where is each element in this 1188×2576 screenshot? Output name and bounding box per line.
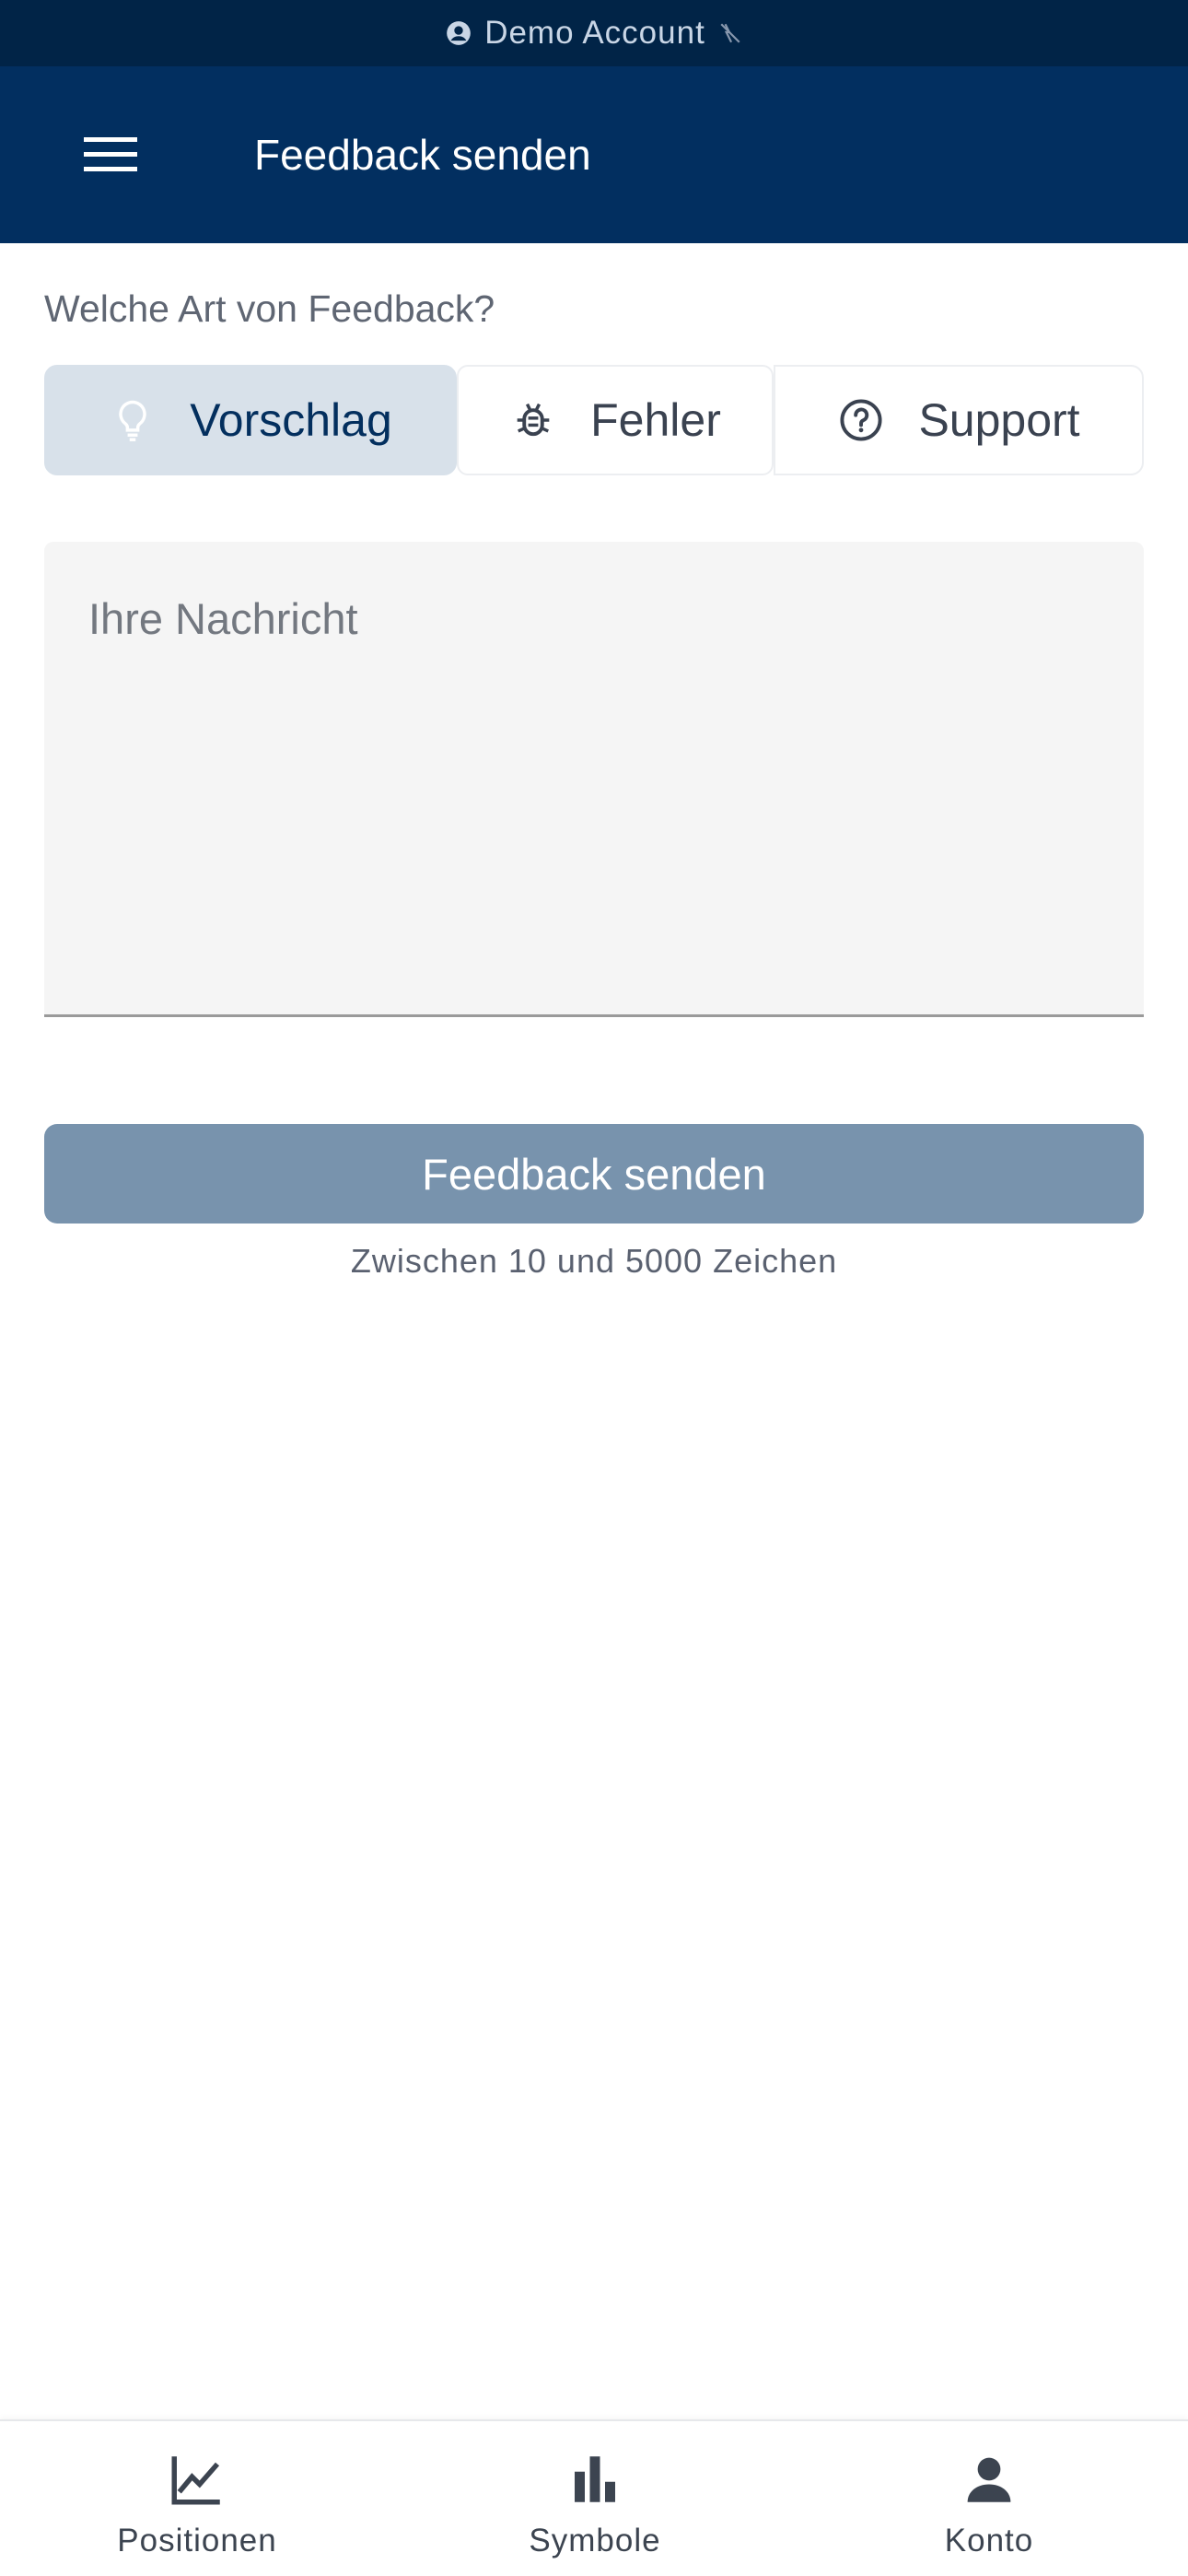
nav-label-konto: Konto xyxy=(944,2523,1034,2558)
bar-chart-icon xyxy=(565,2449,625,2510)
feedback-type-selector: Vorschlag Fehler Support xyxy=(44,365,1144,475)
nav-item-positionen[interactable]: Positionen xyxy=(59,2421,335,2576)
lightbulb-icon xyxy=(109,396,157,444)
segment-fehler-label: Fehler xyxy=(590,394,721,446)
page-title: Feedback senden xyxy=(254,131,591,179)
nav-item-konto[interactable]: Konto xyxy=(851,2421,1127,2576)
account-circle-icon xyxy=(446,20,472,46)
help-circle-icon xyxy=(837,396,885,444)
segment-vorschlag-label: Vorschlag xyxy=(190,394,392,446)
demo-banner-text: Demo Account xyxy=(484,15,705,51)
segment-support-label: Support xyxy=(918,394,1080,446)
character-limit-hint: Zwischen 10 und 5000 Zeichen xyxy=(350,1242,838,1280)
bottom-navigation: Positionen Symbole Konto xyxy=(0,2419,1188,2576)
demo-account-banner: Demo Account xyxy=(0,0,1188,66)
nav-label-symbole: Symbole xyxy=(529,2523,661,2558)
chart-line-icon xyxy=(167,2449,227,2510)
nav-item-symbole[interactable]: Symbole xyxy=(457,2421,733,2576)
segment-fehler[interactable]: Fehler xyxy=(457,365,774,475)
message-field xyxy=(44,542,1144,1017)
message-input[interactable] xyxy=(44,542,1144,1014)
sync-off-icon xyxy=(718,21,742,45)
feedback-screen: Demo Account Feedback senden Welche Art … xyxy=(0,0,1188,2576)
menu-button[interactable] xyxy=(74,127,147,182)
submit-feedback-button[interactable]: Feedback senden xyxy=(44,1124,1144,1224)
nav-label-positionen: Positionen xyxy=(117,2523,277,2558)
feedback-type-label: Welche Art von Feedback? xyxy=(44,287,495,330)
segment-vorschlag[interactable]: Vorschlag xyxy=(44,365,457,475)
menu-icon xyxy=(84,135,137,174)
bug-icon xyxy=(509,396,557,444)
segment-support[interactable]: Support xyxy=(774,365,1144,475)
app-bar: Feedback senden xyxy=(0,66,1188,243)
person-icon xyxy=(959,2449,1019,2510)
